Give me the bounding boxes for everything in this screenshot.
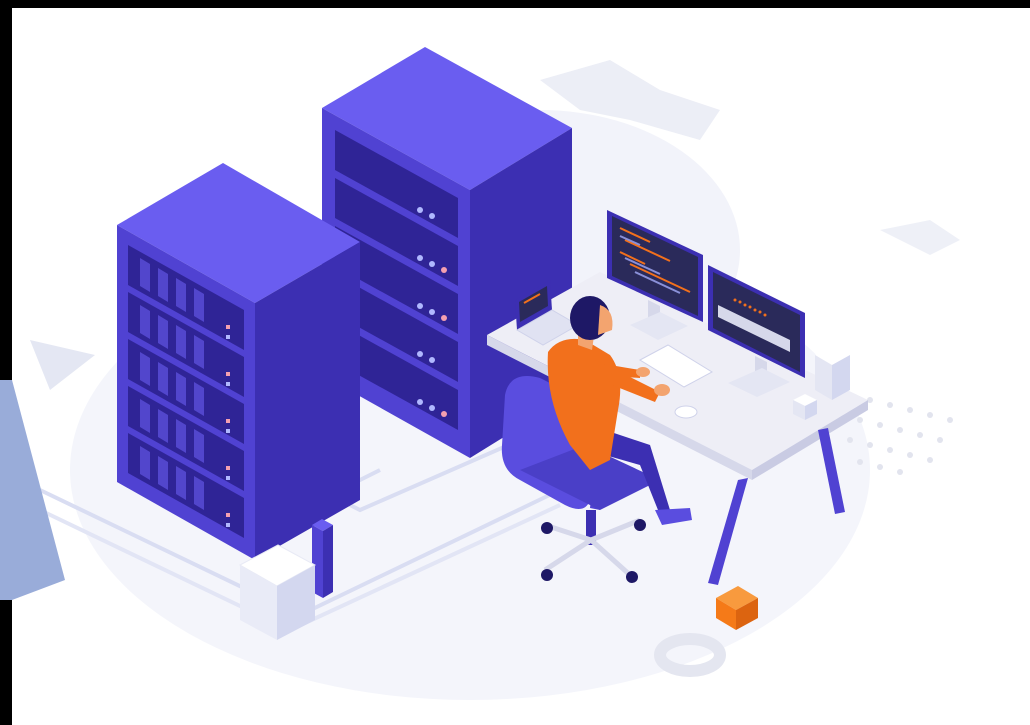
illustration-stage [0,0,1030,725]
mouse-icon [674,405,698,419]
left-edge-strip [0,0,12,725]
cube-icon [238,544,317,640]
top-edge-strip [0,0,1030,8]
server-rack-icon [117,163,360,560]
cable-post [312,519,333,598]
server-room-illustration [0,0,1030,725]
